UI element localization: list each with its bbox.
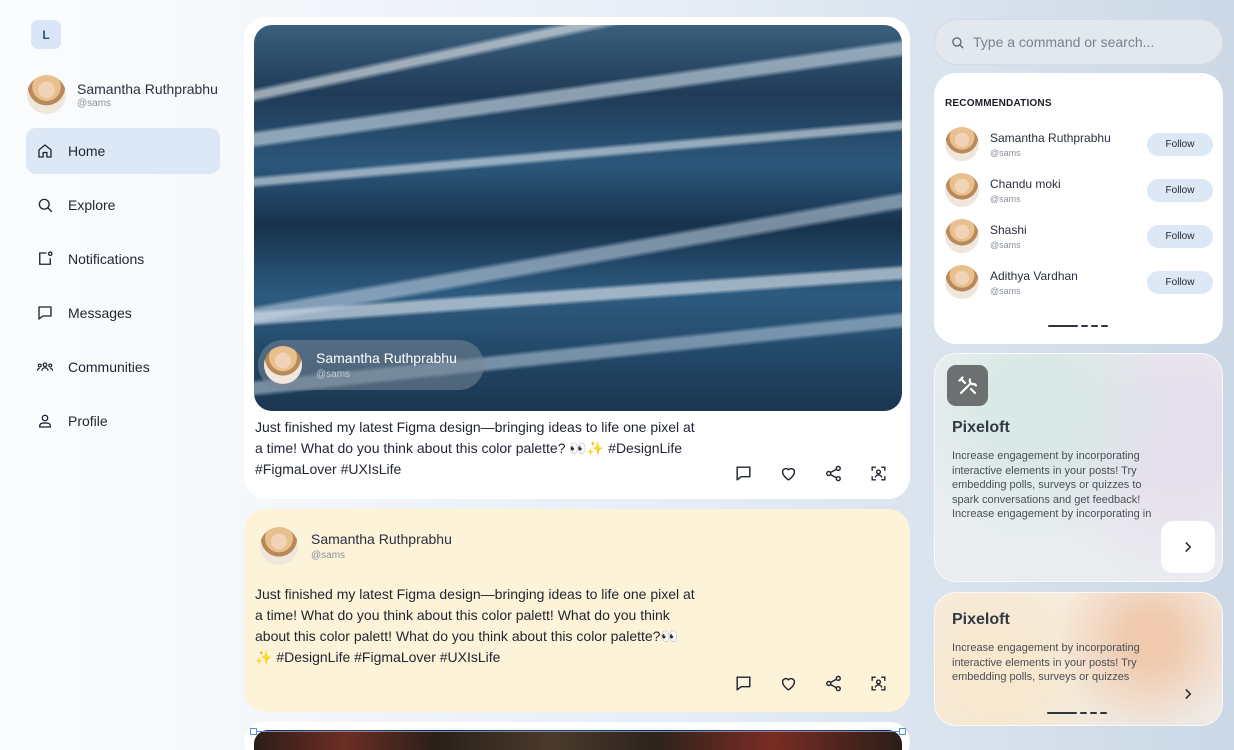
search-icon (952, 36, 964, 48)
like-button[interactable] (779, 463, 824, 483)
post-card: Samantha Ruthprabhu @sams Just finished … (244, 17, 910, 499)
tools-icon (947, 365, 988, 406)
post-author-handle: @sams (316, 369, 351, 380)
sidebar-item-label: Home (68, 143, 106, 159)
recommendation-item[interactable]: Shashi @sams Follow (945, 218, 1213, 254)
post-text: Just finished my latest Figma design—bri… (255, 419, 695, 477)
selection-handle[interactable] (899, 728, 906, 735)
recommendation-name: Shashi (990, 222, 1027, 237)
comment-button[interactable] (734, 673, 779, 693)
search-input[interactable] (973, 34, 1213, 50)
user-scan-icon (871, 675, 886, 691)
sidebar-item-label: Explore (68, 197, 116, 213)
sidebar-nav: Home Explore Notifications Messages Comm… (26, 128, 220, 452)
heart-icon (781, 677, 796, 691)
share-button[interactable] (824, 673, 869, 693)
chevron-right-icon (1185, 689, 1192, 699)
comment-icon (736, 465, 751, 481)
avatar (945, 265, 979, 299)
share-button[interactable] (824, 463, 869, 483)
user-name: Samantha Ruthprabhu (77, 80, 218, 97)
carousel-indicator[interactable] (1048, 325, 1111, 327)
recommendation-name: Chandu moki (990, 176, 1061, 191)
comment-button[interactable] (734, 463, 779, 483)
chevron-right-icon (1185, 542, 1192, 552)
post-actions (734, 673, 914, 693)
user-handle: @sams (77, 97, 112, 109)
selection-handle[interactable] (250, 728, 257, 735)
recommendations-title: RECOMMENDATIONS (945, 98, 1052, 109)
recommendation-item[interactable]: Samantha Ruthprabhu @sams Follow (945, 126, 1213, 162)
post-image[interactable] (254, 730, 902, 750)
avatar (260, 527, 298, 565)
recommendation-name: Samantha Ruthprabhu (990, 130, 1111, 145)
post-card: Samantha Ruthprabhu @sams Just finished … (244, 509, 910, 712)
sidebar-item-label: Messages (68, 305, 132, 321)
post-author[interactable]: Samantha Ruthprabhu @sams (260, 527, 452, 565)
post-author-handle: @sams (311, 550, 346, 561)
promo-title: Pixeloft (952, 419, 1010, 436)
carousel-indicator[interactable] (1047, 712, 1110, 714)
follow-button[interactable]: Follow (1147, 132, 1213, 156)
next-button[interactable] (1181, 687, 1197, 703)
recommendation-item[interactable]: Adithya Vardhan @sams Follow (945, 264, 1213, 300)
command-search[interactable] (934, 19, 1223, 65)
promo-title: Pixeloft (952, 611, 1010, 628)
sidebar-item-communities[interactable]: Communities (26, 344, 220, 390)
recommendation-handle: @sams (990, 285, 1021, 296)
notification-icon (39, 251, 53, 265)
sidebar-item-home[interactable]: Home (26, 128, 220, 174)
promo-body: Increase engagement by incorporating int… (952, 642, 1140, 683)
post-author-chip[interactable]: Samantha Ruthprabhu @sams (258, 340, 484, 390)
follow-button[interactable]: Follow (1147, 224, 1213, 248)
sidebar-item-label: Profile (68, 413, 108, 429)
share-icon (826, 675, 841, 691)
sidebar-item-label: Notifications (68, 251, 145, 267)
follow-button[interactable]: Follow (1147, 270, 1213, 294)
message-icon (38, 306, 52, 320)
like-button[interactable] (779, 673, 824, 693)
avatar (945, 127, 979, 161)
tag-people-button[interactable] (869, 673, 914, 693)
promo-card: Pixeloft Increase engagement by incorpor… (934, 592, 1223, 726)
sidebar-item-messages[interactable]: Messages (26, 290, 220, 336)
sidebar-item-profile[interactable]: Profile (26, 398, 220, 444)
avatar (264, 346, 302, 384)
promo-card: Pixeloft Increase engagement by incorpor… (934, 353, 1223, 582)
home-icon (38, 144, 52, 158)
post-text: Just finished my latest Figma design—bri… (255, 586, 695, 665)
app-logo[interactable]: L (31, 20, 61, 49)
sidebar-item-notifications[interactable]: Notifications (26, 236, 220, 282)
post-author-name: Samantha Ruthprabhu (316, 350, 457, 366)
recommendation-handle: @sams (990, 147, 1021, 158)
comment-icon (736, 675, 751, 691)
next-button[interactable] (1161, 521, 1215, 573)
follow-button[interactable]: Follow (1147, 178, 1213, 202)
post-image[interactable]: Samantha Ruthprabhu @sams (254, 25, 902, 411)
recommendation-name: Adithya Vardhan (990, 268, 1078, 283)
post-author-name: Samantha Ruthprabhu (311, 531, 452, 547)
heart-icon (781, 467, 796, 481)
sidebar-item-explore[interactable]: Explore (26, 182, 220, 228)
recommendation-handle: @sams (990, 193, 1021, 204)
share-icon (826, 465, 841, 481)
search-icon (38, 198, 53, 213)
tag-people-button[interactable] (869, 463, 914, 483)
selection-outline (253, 731, 903, 732)
recommendation-handle: @sams (990, 239, 1021, 250)
profile-icon (39, 414, 51, 428)
current-user[interactable]: Samantha Ruthprabhu @sams (27, 75, 218, 114)
user-scan-icon (871, 465, 886, 481)
promo-body: Increase engagement by incorporating int… (952, 450, 1152, 520)
avatar (27, 75, 66, 114)
post-card (244, 722, 910, 750)
communities-icon (36, 362, 54, 371)
avatar (945, 219, 979, 253)
recommendation-item[interactable]: Chandu moki @sams Follow (945, 172, 1213, 208)
avatar (945, 173, 979, 207)
sidebar-item-label: Communities (68, 359, 150, 375)
post-actions (734, 463, 914, 483)
recommendations-panel: RECOMMENDATIONS Samantha Ruthprabhu @sam… (934, 73, 1223, 344)
